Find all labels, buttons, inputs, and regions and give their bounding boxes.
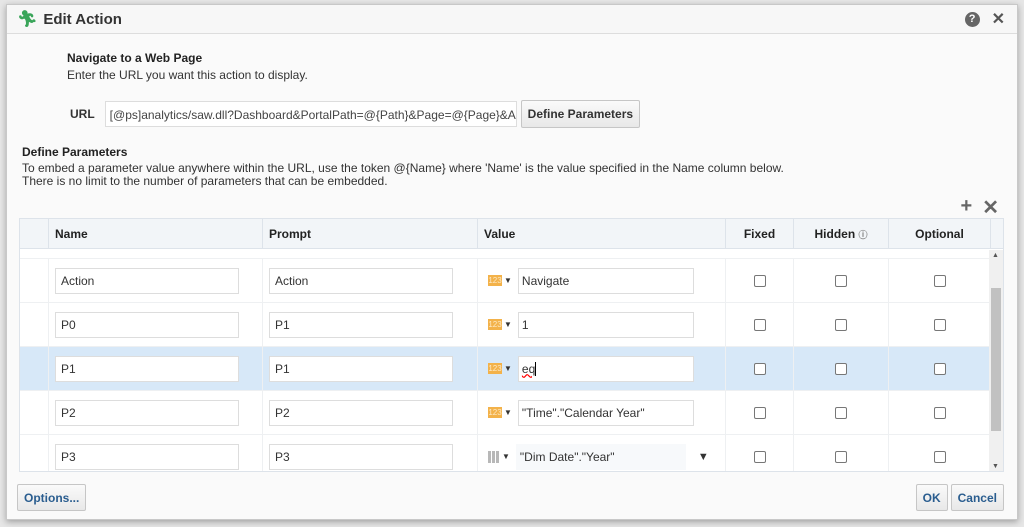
numeric-type-icon[interactable]: 123 (488, 319, 502, 330)
column-header-name[interactable]: Name (49, 219, 263, 248)
scroll-up-icon[interactable]: ▲ (992, 252, 999, 259)
scroll-down-icon[interactable]: ▼ (992, 463, 999, 470)
column-header-prompt[interactable]: Prompt (263, 219, 478, 248)
url-input[interactable]: [@ps]analytics/saw.dll?Dashboard&PortalP… (104, 101, 517, 127)
close-icon[interactable]: ✕ (992, 12, 1005, 28)
section-heading: Navigate to a Web Page (67, 51, 203, 65)
table-row[interactable]: P1 P1 123 ▼ eq (20, 347, 1003, 391)
define-parameters-heading: Define Parameters (22, 145, 128, 159)
running-man-icon: 🏃︎ (17, 11, 38, 28)
fixed-checkbox[interactable] (753, 274, 766, 287)
type-dropdown-icon[interactable]: ▼ (504, 364, 512, 373)
fixed-checkbox[interactable] (753, 362, 766, 375)
row-header-column (20, 219, 49, 248)
column-type-icon[interactable] (488, 450, 500, 463)
table-header: Name Prompt Value Fixed Hidden ⓘ Optiona… (20, 219, 1003, 249)
scrollbar-thumb[interactable] (991, 288, 1001, 431)
numeric-type-icon[interactable]: 123 (488, 363, 502, 374)
hidden-checkbox[interactable] (835, 318, 847, 331)
name-input[interactable]: P3 (55, 443, 239, 470)
dropdown-arrow-icon[interactable]: ▼ (698, 451, 709, 463)
value-select[interactable]: "Dim Date"."Year" (515, 443, 686, 470)
prompt-input[interactable]: Action (269, 267, 453, 294)
name-input[interactable]: P0 (55, 311, 239, 338)
fixed-checkbox[interactable] (753, 450, 766, 463)
row-selector[interactable] (20, 391, 49, 434)
cancel-button[interactable]: Cancel (950, 484, 1004, 511)
value-text: 1 (521, 317, 529, 332)
type-dropdown-icon[interactable]: ▼ (504, 276, 512, 285)
value-text: Navigate (521, 273, 570, 288)
optional-checkbox[interactable] (933, 318, 946, 331)
optional-checkbox[interactable] (933, 406, 946, 419)
table-row[interactable]: P2 P2 123 ▼ "Time"."Calendar Year" (20, 391, 1003, 435)
value-input[interactable]: eq (517, 355, 694, 382)
value-text: eq (521, 361, 536, 376)
numeric-type-icon[interactable]: 123 (488, 407, 502, 418)
prompt-input[interactable]: P3 (269, 443, 453, 470)
define-parameters-text-2: There is no limit to the number of param… (22, 174, 388, 188)
info-icon[interactable]: ⓘ (859, 230, 868, 240)
section-description: Enter the URL you want this action to di… (67, 68, 308, 82)
fixed-checkbox[interactable] (753, 406, 766, 419)
prompt-input[interactable]: P1 (269, 311, 453, 338)
hidden-checkbox[interactable] (835, 362, 847, 375)
value-input[interactable]: "Time"."Calendar Year" (517, 399, 694, 426)
hidden-checkbox[interactable] (835, 450, 847, 463)
add-parameter-icon[interactable]: + (961, 195, 973, 220)
numeric-type-icon[interactable]: 123 (488, 275, 502, 286)
column-header-value[interactable]: Value (478, 219, 726, 248)
type-dropdown-icon[interactable]: ▼ (504, 408, 512, 417)
optional-checkbox[interactable] (933, 450, 946, 463)
delete-parameter-icon[interactable]: ✕ (982, 195, 999, 220)
table-scrollbar[interactable]: ▲ ▼ (989, 250, 1003, 471)
edit-action-dialog: 🏃︎ Edit Action ? ✕ Navigate to a Web Pag… (6, 4, 1018, 520)
column-header-fixed[interactable]: Fixed (726, 219, 794, 248)
table-row[interactable]: P0 P1 123 ▼ 1 (20, 303, 1003, 347)
row-selector[interactable] (20, 347, 49, 390)
optional-checkbox[interactable] (933, 274, 946, 287)
help-icon[interactable]: ? (964, 12, 980, 27)
table-row[interactable]: Action Action 123 ▼ Navigate (20, 259, 1003, 303)
row-selector[interactable] (20, 435, 49, 471)
name-input[interactable]: P1 (55, 355, 239, 382)
dialog-titlebar: 🏃︎ Edit Action ? ✕ (7, 5, 1017, 34)
column-header-optional[interactable]: Optional (889, 219, 991, 248)
dialog-title: Edit Action (43, 10, 122, 28)
ok-button[interactable]: OK (915, 484, 948, 511)
hidden-checkbox[interactable] (835, 406, 847, 419)
optional-checkbox[interactable] (933, 362, 946, 375)
value-input[interactable]: Navigate (517, 267, 694, 294)
prompt-input[interactable]: P2 (269, 399, 453, 426)
name-input[interactable]: P2 (55, 399, 239, 426)
column-header-hidden[interactable]: Hidden ⓘ (794, 219, 889, 248)
hidden-checkbox[interactable] (835, 274, 847, 287)
row-selector[interactable] (20, 303, 49, 346)
row-selector[interactable] (20, 259, 49, 302)
type-dropdown-icon[interactable]: ▼ (504, 320, 512, 329)
options-button[interactable]: Options... (17, 484, 87, 511)
name-input[interactable]: Action (55, 267, 239, 294)
parameters-table: Name Prompt Value Fixed Hidden ⓘ Optiona… (19, 218, 1004, 472)
table-row[interactable]: P3 P3 ▼ "Dim Date"."Year" ▼ (20, 435, 1003, 471)
url-label: URL (70, 107, 95, 121)
prompt-input[interactable]: P1 (269, 355, 453, 382)
hidden-label: Hidden (814, 227, 856, 241)
define-parameters-button[interactable]: Define Parameters (520, 100, 641, 128)
value-input[interactable]: 1 (517, 311, 694, 338)
type-dropdown-icon[interactable]: ▼ (502, 452, 510, 461)
fixed-checkbox[interactable] (753, 318, 766, 331)
value-text: "Time"."Calendar Year" (521, 405, 645, 420)
